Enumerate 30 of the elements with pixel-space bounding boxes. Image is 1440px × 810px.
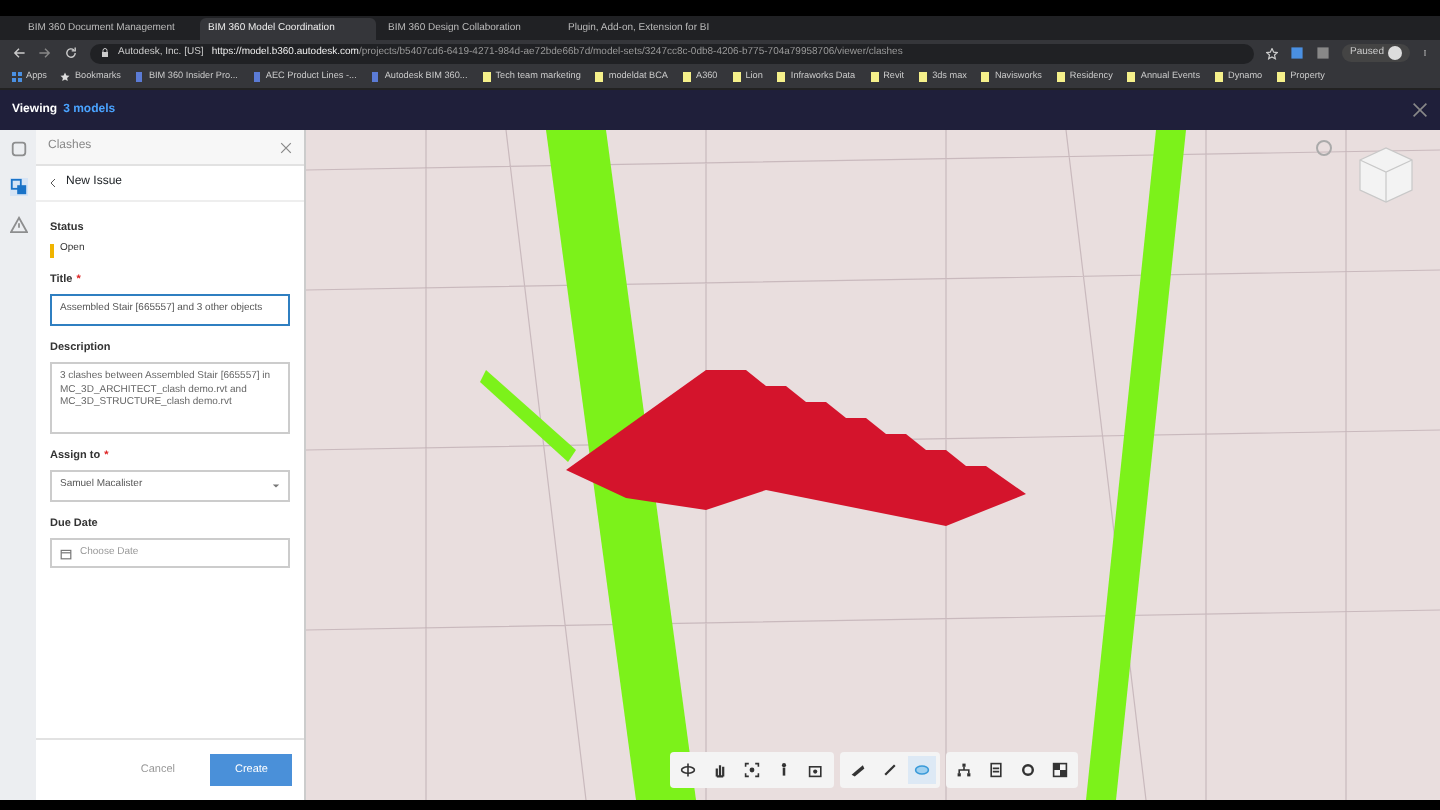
avatar-icon <box>1388 46 1402 60</box>
close-icon[interactable] <box>1412 102 1428 118</box>
model-viewport[interactable] <box>306 130 1440 800</box>
folder-icon <box>594 71 605 82</box>
folder-icon <box>918 71 929 82</box>
reload-icon[interactable] <box>64 46 78 60</box>
folder-icon <box>1126 71 1137 82</box>
close-icon[interactable] <box>280 141 292 153</box>
folder-icon <box>1055 71 1066 82</box>
folder-icon <box>869 71 880 82</box>
folder-icon <box>731 71 742 82</box>
calendar-icon <box>60 547 72 559</box>
page-icon <box>370 71 381 82</box>
folder-icon <box>481 71 492 82</box>
folder-icon <box>1276 71 1287 82</box>
page-icon <box>134 71 145 82</box>
folder-icon <box>682 71 692 82</box>
warning-icon[interactable] <box>9 216 27 234</box>
clash-icon[interactable] <box>9 178 27 196</box>
folder-icon <box>776 71 787 82</box>
folder-icon <box>1214 71 1224 82</box>
star-icon[interactable] <box>1266 47 1279 59</box>
lock-icon <box>100 48 110 58</box>
page-icon <box>251 71 262 82</box>
forward-icon[interactable] <box>38 46 52 60</box>
star-icon <box>60 71 71 82</box>
back-icon[interactable] <box>48 178 58 188</box>
apps-icon <box>12 71 22 82</box>
folder-icon <box>980 71 991 82</box>
panel-icon[interactable] <box>9 140 27 158</box>
